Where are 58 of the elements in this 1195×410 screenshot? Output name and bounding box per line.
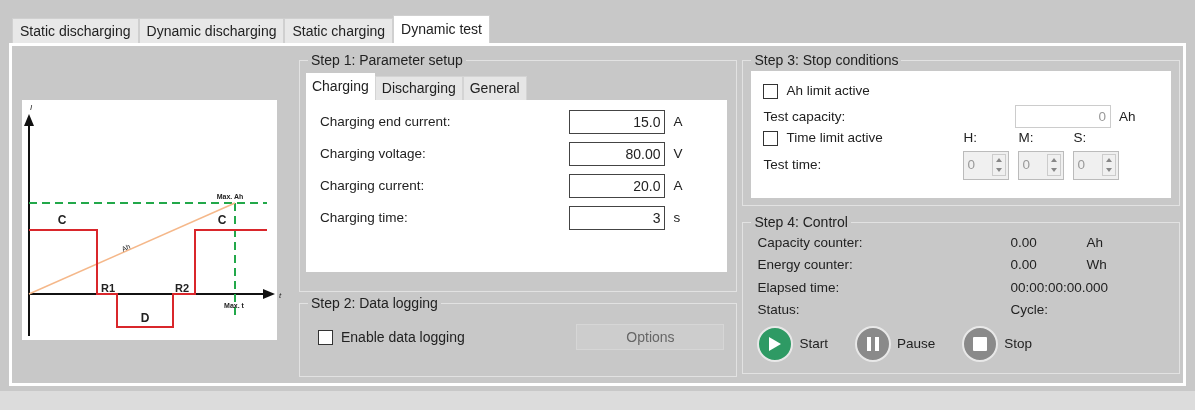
checkbox[interactable] bbox=[763, 83, 779, 99]
field-label: Charging end current: bbox=[319, 112, 452, 131]
input-field[interactable]: 3 bbox=[569, 206, 666, 230]
stop-icon bbox=[972, 336, 989, 352]
stat-value: 00:00:00:00.000 bbox=[1010, 278, 1109, 297]
stat-value: 0.00 bbox=[1010, 256, 1038, 275]
spin-arrows-icon bbox=[1047, 154, 1062, 176]
spin-arrows-icon bbox=[1102, 154, 1117, 176]
field-label: Test capacity: bbox=[763, 107, 847, 126]
group-title: Step 2: Data logging bbox=[309, 294, 439, 313]
unit-label: Ah bbox=[1118, 107, 1137, 126]
unit-label: A bbox=[672, 112, 684, 131]
time-header: M: bbox=[1018, 129, 1035, 148]
input-field[interactable]: 80.00 bbox=[569, 142, 666, 166]
diagram-label: I bbox=[29, 103, 33, 112]
field-label: Charging time: bbox=[319, 208, 409, 227]
field-label: Charging voltage: bbox=[319, 144, 427, 163]
tab[interactable]: Static charging bbox=[284, 18, 394, 43]
time-header: S: bbox=[1073, 129, 1088, 148]
stat-label: Capacity counter: bbox=[757, 234, 864, 252]
diagram-label: R2 bbox=[174, 282, 190, 294]
field-label: Test time: bbox=[763, 155, 823, 174]
tab[interactable]: Dynamic test bbox=[393, 15, 490, 43]
pause-icon bbox=[866, 336, 880, 352]
unit-label: A bbox=[672, 176, 684, 195]
checkbox-label: Time limit active bbox=[786, 129, 883, 148]
checkbox[interactable] bbox=[317, 329, 333, 345]
tab[interactable]: Static discharging bbox=[12, 18, 139, 43]
diagram-label: t bbox=[278, 291, 282, 300]
stat-label: Energy counter: bbox=[757, 256, 854, 275]
spin-arrows-icon bbox=[992, 154, 1007, 176]
group-title: Step 1: Parameter setup bbox=[309, 51, 464, 70]
unit-label: Ah bbox=[1086, 234, 1103, 252]
checkbox-label: Enable data logging bbox=[340, 327, 465, 347]
stat-value: Cycle: bbox=[1010, 300, 1049, 319]
tab[interactable]: Dynamic discharging bbox=[138, 18, 285, 43]
diagram-label: R1 bbox=[100, 282, 116, 294]
field-label: Charging current: bbox=[319, 176, 426, 195]
unit-label: s bbox=[672, 208, 682, 227]
checkbox-label: Ah limit active bbox=[786, 82, 870, 100]
group-title: Step 3: Stop conditions bbox=[753, 51, 900, 70]
tab[interactable]: General bbox=[462, 76, 527, 100]
diagram-label: C bbox=[217, 213, 227, 227]
unit-label: V bbox=[672, 144, 684, 163]
time-header: H: bbox=[963, 129, 978, 148]
play-icon bbox=[768, 336, 783, 352]
diagram-label: D bbox=[140, 311, 150, 325]
checkbox[interactable] bbox=[763, 130, 779, 146]
tab[interactable]: Discharging bbox=[374, 76, 463, 100]
stat-label: Elapsed time: bbox=[757, 278, 841, 297]
stat-value: 0.00 bbox=[1010, 234, 1038, 252]
input-field[interactable]: 15.0 bbox=[569, 110, 666, 134]
input-field[interactable]: 20.0 bbox=[569, 174, 666, 198]
stat-label: Status: bbox=[757, 300, 801, 319]
unit-label: Wh bbox=[1086, 256, 1107, 275]
tab[interactable]: Charging bbox=[305, 73, 375, 100]
group-title: Step 4: Control bbox=[753, 213, 849, 232]
diagram-label: C bbox=[57, 213, 67, 227]
